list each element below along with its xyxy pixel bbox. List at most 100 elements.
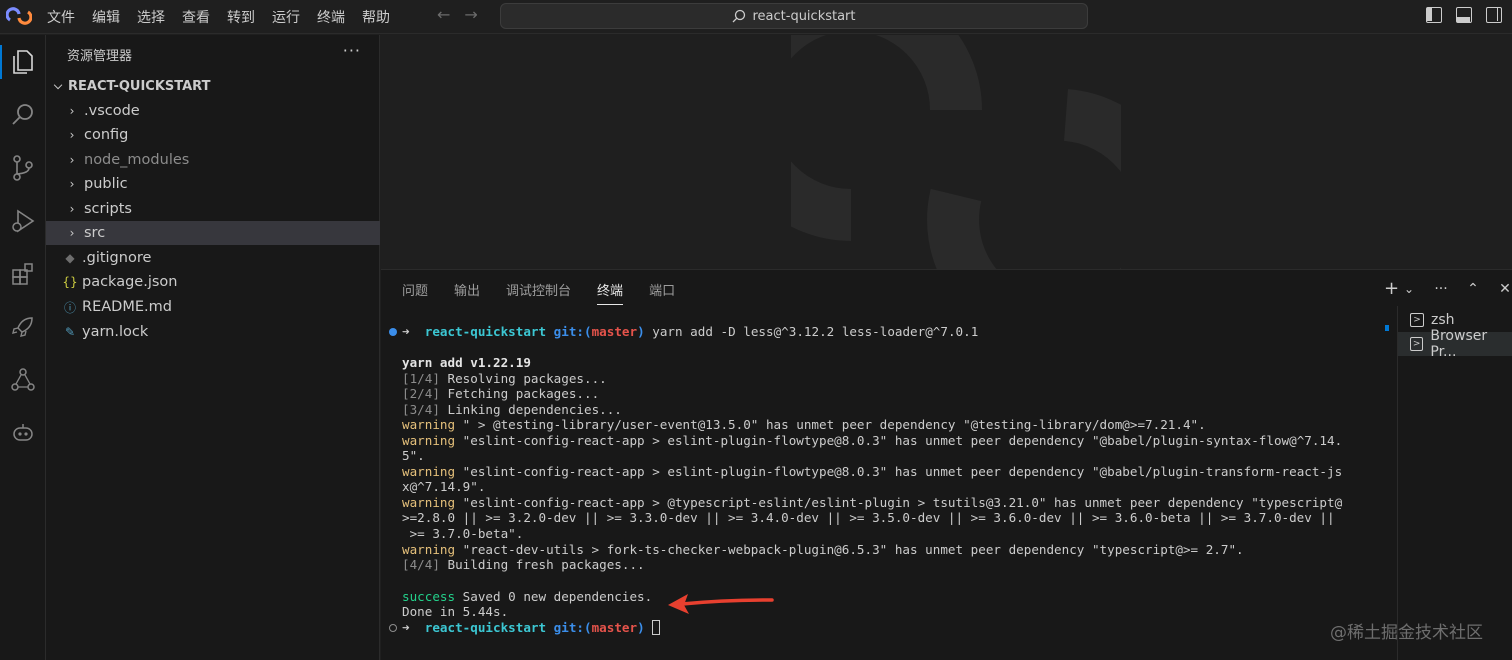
robot-icon[interactable]	[0, 410, 46, 456]
terminal-warning-line: warning "eslint-config-react-app > eslin…	[402, 464, 1343, 479]
menu-run[interactable]: 运行	[272, 7, 300, 27]
chevron-right-icon: ›	[69, 104, 75, 118]
terminal-name: Browser Pr...	[1430, 328, 1488, 360]
rocket-icon[interactable]	[0, 304, 46, 350]
menu-selection[interactable]: 选择	[137, 7, 165, 27]
editor-watermark-logo	[791, 35, 1121, 269]
source-control-icon[interactable]	[0, 145, 46, 191]
tree-item-label: README.md	[82, 299, 172, 315]
command-center-search[interactable]: react-quickstart	[500, 3, 1088, 29]
tree-folder-config[interactable]: › config	[46, 123, 380, 147]
toggle-panel-icon[interactable]	[1456, 7, 1472, 23]
nav-arrows: ← →	[437, 5, 478, 24]
prompt-arrow-icon: ➜	[402, 324, 425, 339]
workspace-root[interactable]: ⌵ REACT-QUICKSTART	[46, 75, 380, 97]
terminal-success-line: success Saved 0 new dependencies.	[402, 589, 653, 604]
tree-item-label: scripts	[84, 201, 132, 217]
search-icon[interactable]	[0, 92, 46, 138]
search-text: react-quickstart	[752, 8, 856, 24]
app-logo	[6, 7, 32, 25]
menu-go[interactable]: 转到	[227, 7, 255, 27]
terminal-line-prompt: ➜ react-quickstart git:(master)	[402, 620, 661, 636]
terminal-line: [3/4] Linking dependencies...	[402, 402, 622, 417]
terminal-list: > zsh > Browser Pr...	[1397, 306, 1512, 660]
info-file-icon: ⓘ	[63, 300, 76, 315]
title-bar: 文件 编辑 选择 查看 转到 运行 终端 帮助 ← → react-quicks…	[0, 0, 1512, 34]
forward-arrow-icon[interactable]: →	[464, 5, 477, 24]
more-actions-icon[interactable]: ···	[1434, 281, 1448, 297]
chevron-right-icon: ›	[69, 177, 75, 191]
menu-terminal[interactable]: 终端	[317, 7, 345, 27]
terminal-line: [4/4] Building fresh packages...	[402, 557, 645, 572]
tree-item-label: package.json	[82, 274, 178, 290]
terminal-warning-line: warning "eslint-config-react-app > @type…	[402, 495, 1343, 510]
terminal-warning-line: warning "eslint-config-react-app > eslin…	[402, 433, 1343, 448]
chevron-right-icon: ›	[69, 153, 75, 167]
new-terminal-icon[interactable]: +	[1384, 278, 1399, 299]
terminal-line: Done in 5.44s.	[402, 604, 509, 619]
terminal-cursor	[652, 620, 661, 635]
terminal-output[interactable]: ➜ react-quickstart git:(master) yarn add…	[381, 318, 1397, 660]
tree-folder-src[interactable]: › src	[46, 221, 380, 245]
tree-item-label: config	[84, 127, 129, 143]
tree-file-package-json[interactable]: {} package.json	[46, 270, 380, 294]
back-arrow-icon[interactable]: ←	[437, 5, 450, 24]
tree-item-label: .vscode	[84, 103, 140, 119]
close-panel-icon[interactable]: ✕	[1498, 281, 1512, 297]
tree-item-label: .gitignore	[82, 250, 152, 266]
tab-terminal[interactable]: 终端	[597, 280, 624, 305]
toggle-sidebar-icon[interactable]	[1426, 7, 1442, 23]
chevron-right-icon: ›	[69, 202, 75, 216]
terminal-line: [2/4] Fetching packages...	[402, 386, 600, 401]
prompt-arrow-icon: ➜	[402, 620, 425, 635]
watermark-text: @稀土掘金技术社区	[1330, 623, 1483, 643]
scroll-indicator	[1385, 325, 1389, 331]
terminal-line: >= 3.7.0-beta".	[402, 526, 524, 541]
toggle-secondary-sidebar-icon[interactable]	[1486, 7, 1502, 23]
terminal-warning-line: warning "react-dev-utils > fork-ts-check…	[402, 542, 1244, 557]
tree-folder-public[interactable]: › public	[46, 172, 380, 196]
json-file-icon: {}	[62, 275, 78, 289]
terminal-line-command: ➜ react-quickstart git:(master) yarn add…	[402, 324, 979, 339]
chevron-right-icon: ›	[69, 128, 75, 142]
menu-file[interactable]: 文件	[47, 7, 75, 27]
layout-controls	[1426, 7, 1502, 23]
workspace-root-label: REACT-QUICKSTART	[68, 78, 211, 94]
command-status-dot	[389, 328, 397, 336]
run-debug-icon[interactable]	[0, 198, 46, 244]
panel-tabs: 问题 输出 调试控制台 终端 端口	[402, 280, 675, 305]
share-icon[interactable]	[0, 357, 46, 403]
more-actions-icon[interactable]: ···	[343, 41, 361, 60]
explorer-icon[interactable]	[0, 39, 46, 85]
chevron-down-icon[interactable]: ⌄	[1402, 282, 1416, 296]
tree-folder-scripts[interactable]: › scripts	[46, 197, 380, 221]
terminal-list-item-browser[interactable]: > Browser Pr...	[1398, 328, 1512, 360]
terminal-line: >=2.8.0 || >= 3.2.0-dev || >= 3.3.0-dev …	[402, 510, 1335, 525]
terminal-icon: >	[1410, 313, 1424, 327]
tab-ports[interactable]: 端口	[649, 280, 675, 305]
terminal-line: 5".	[402, 448, 425, 463]
terminal-line: [1/4] Resolving packages...	[402, 371, 607, 386]
explorer-title: 资源管理器	[67, 49, 133, 64]
menu-bar: 文件 编辑 选择 查看 转到 运行 终端 帮助	[47, 0, 407, 34]
tree-file-readme[interactable]: ⓘ README.md	[46, 295, 380, 319]
tree-file-gitignore[interactable]: ◆ .gitignore	[46, 246, 380, 270]
tree-folder-vscode[interactable]: › .vscode	[46, 99, 380, 123]
extensions-icon[interactable]	[0, 251, 46, 297]
chevron-right-icon: ›	[69, 226, 75, 240]
terminal-line: yarn add v1.22.19	[402, 355, 531, 370]
terminal-warning-line: warning " > @testing-library/user-event@…	[402, 417, 1206, 432]
tree-item-label: src	[84, 225, 106, 241]
activity-bar	[0, 35, 46, 660]
terminal-icon: >	[1410, 337, 1424, 351]
tab-debug-console[interactable]: 调试控制台	[506, 280, 571, 305]
panel-actions: + ⌄ ··· ⌃ ✕	[1384, 278, 1512, 299]
tree-folder-node-modules[interactable]: › node_modules	[46, 148, 380, 172]
menu-edit[interactable]: 编辑	[92, 7, 120, 27]
menu-help[interactable]: 帮助	[362, 7, 390, 27]
tab-problems[interactable]: 问题	[402, 280, 428, 305]
tab-output[interactable]: 输出	[454, 280, 480, 305]
maximize-panel-icon[interactable]: ⌃	[1466, 281, 1480, 297]
menu-view[interactable]: 查看	[182, 7, 210, 27]
tree-file-yarn-lock[interactable]: ✎ yarn.lock	[46, 320, 380, 344]
